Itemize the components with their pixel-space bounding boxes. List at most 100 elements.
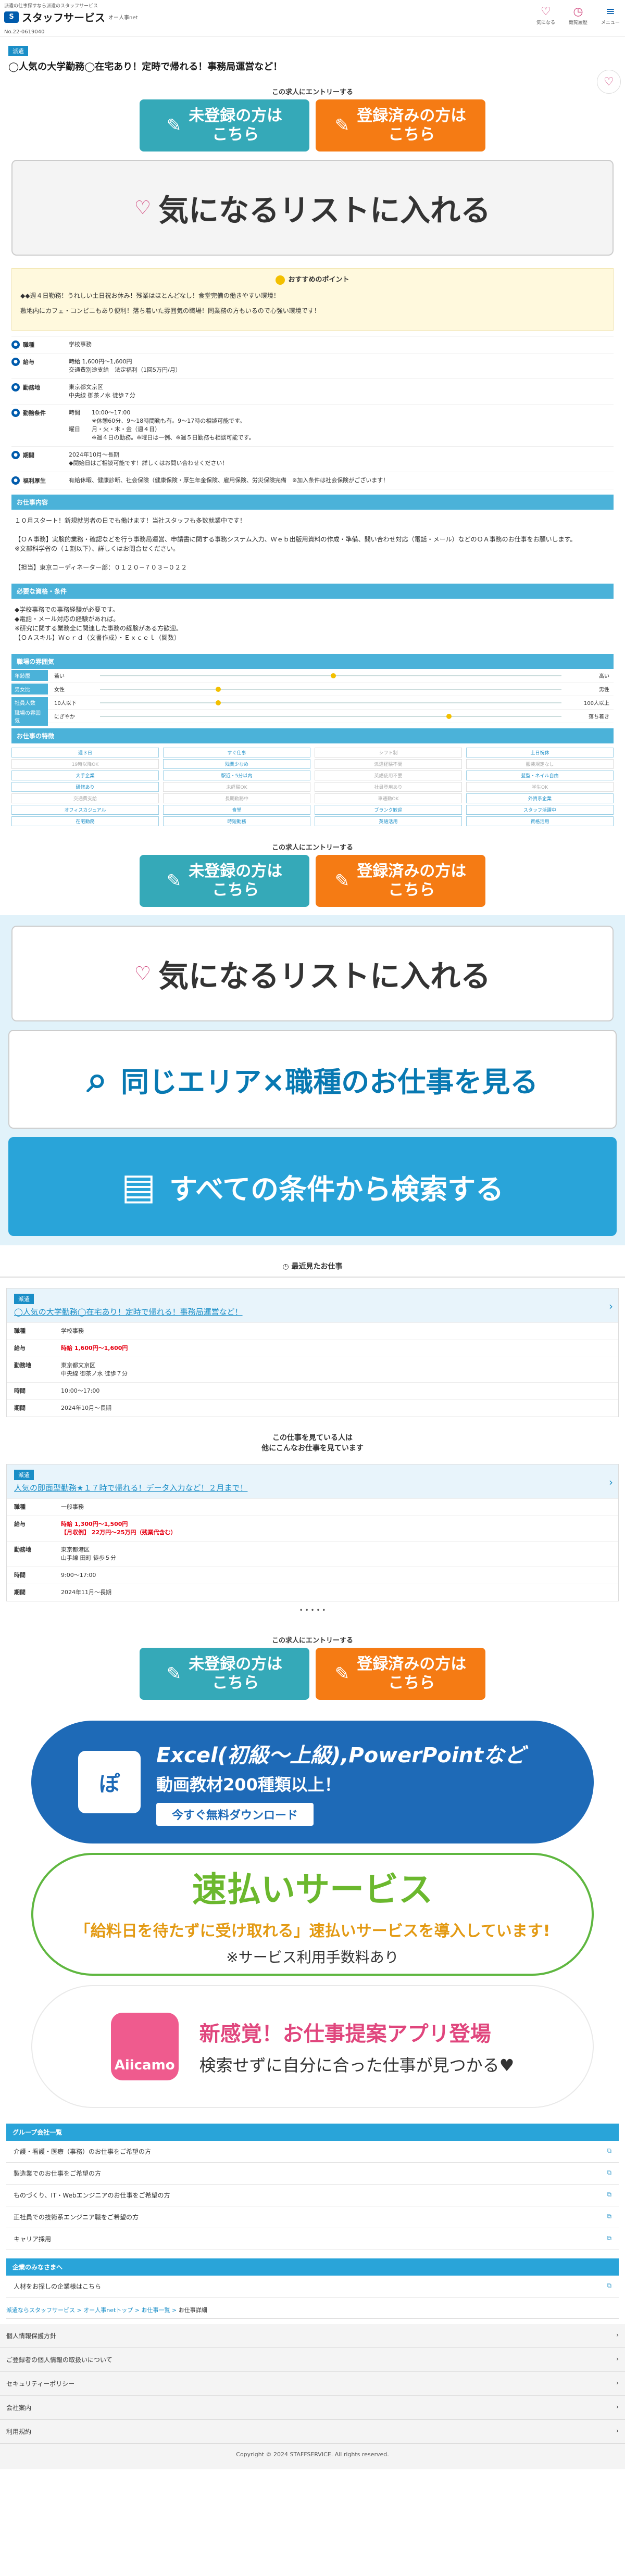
external-link-icon: ⧉ <box>607 2213 611 2220</box>
group-link[interactable]: 介護・看護・医療（事務）のお仕事をご希望の方 ⧉ <box>6 2141 619 2163</box>
company-links-title: 企業のみなさまへ <box>6 2258 619 2276</box>
job-title: ◯人気の大学勤務◯在宅あり！定時で帰れる！事務局運営など！ <box>8 61 283 72</box>
footer-link[interactable]: ご登録者の個人情報の取扱いについて › <box>0 2348 625 2372</box>
chevron-right-icon: › <box>616 2355 619 2363</box>
recent-job-link[interactable]: ◯人気の大学勤務◯在宅あり！定時で帰れる！事務局運営など！ <box>14 1306 611 1317</box>
app-logo-icon: ぽ <box>78 1751 141 1813</box>
recent-job-card[interactable]: 派遣 ◯人気の大学勤務◯在宅あり！定時で帰れる！事務局運営など！ › 職種 学校事務給… <box>6 1288 619 1417</box>
section-title: 職場の雰囲気 <box>11 654 614 669</box>
card-value: 時給 1,600円〜1,600円 <box>61 1345 128 1352</box>
card-value: 9:00〜17:00 <box>61 1572 96 1579</box>
card-key: 職種 <box>14 1504 26 1510</box>
carousel-pager[interactable]: • • • • • <box>0 1607 625 1614</box>
app-banner[interactable]: Aiicamo 新感覚！お仕事提案アプリ登場 検索せずに自分に合った仕事が見つかる… <box>31 1985 594 2108</box>
pencil-icon: ✎ <box>334 115 350 136</box>
company-link[interactable]: 人材をお探しの企業様はこちら ⧉ <box>6 2276 619 2297</box>
group-link[interactable]: 正社員での技術系エンジニア職をご希望の方 ⧉ <box>6 2206 619 2228</box>
entry-new-button[interactable]: ✎ 未登録の方は こちら <box>140 99 309 151</box>
history-button[interactable]: ◷ 閲覧履歴 <box>568 5 589 26</box>
copyright: Copyright © 2024 STAFFSERVICE. All right… <box>0 2444 625 2469</box>
card-value: 東京都港区 山手線 田町 徒歩５分 <box>61 1546 116 1561</box>
pencil-icon: ✎ <box>166 1663 182 1684</box>
group-link[interactable]: 製造業でのお仕事をご希望の方 ⧉ <box>6 2163 619 2184</box>
external-link-icon: ⧉ <box>607 2147 611 2154</box>
feature-chip: 服装規定なし <box>466 759 614 769</box>
recent-jobs-heading: ◷ 最近見たお仕事 <box>0 1256 625 1278</box>
entry-registered-button[interactable]: ✎ 登録済みの方は こちら <box>316 1648 485 1700</box>
external-link-icon: ⧉ <box>607 2234 611 2242</box>
info-key: ● 給与 <box>11 358 69 374</box>
scale-marker <box>215 700 221 705</box>
card-value: 一般事務 <box>61 1504 84 1510</box>
requirements-text: ◆学校事務での事務経験が必要です。 ◆電話・メール対応の経験があれば。 ※研究に… <box>15 606 183 641</box>
group-link-label: 介護・看護・医療（事務）のお仕事をご希望の方 <box>14 2148 152 2155</box>
scale-row: 年齢層 若い 高い <box>11 669 614 683</box>
external-link-icon: ⧉ <box>607 2169 611 2176</box>
favorites-button[interactable]: ♡ 気になる <box>535 5 556 26</box>
footer-link-label: ご登録者の個人情報の取扱いについて <box>6 2356 113 2364</box>
feature-chip: 英語使用不要 <box>315 771 462 780</box>
card-row: 勤務地 東京都文京区 中央線 御茶ノ水 徒歩７分 <box>7 1357 618 1382</box>
entry-label: この求人にエントリーする <box>271 1637 353 1645</box>
group-link[interactable]: ものづくり、IT・Webエンジニアのお仕事をご希望の方 ⧉ <box>6 2184 619 2206</box>
entry-new-button[interactable]: ✎ 未登録の方は こちら <box>140 855 309 907</box>
info-row: ● 福利厚生 有給休暇、健康診断、社会保険（健康保険・厚生年金保険、雇用保険、労災保… <box>11 472 614 489</box>
info-bullet-icon: ● <box>11 476 20 485</box>
quick-pay-banner[interactable]: 速払いサービス 「給料日を待たずに受け取れる」速払いサービスを導入しています! … <box>31 1853 594 1976</box>
job-type-badge: 派遣 <box>14 1294 34 1304</box>
footer-link[interactable]: 会社案内 › <box>0 2396 625 2420</box>
clock-icon: ◷ <box>282 1262 292 1271</box>
info-value: 学校事務 <box>69 341 92 348</box>
other-job-card[interactable]: 派遣 人気の即面型勤務★１７時で帰れる！データ入力など！２月まで！ › 職種 一般事務… <box>6 1464 619 1601</box>
feature-chip: 資格活用 <box>466 816 614 826</box>
add-to-favorites-button[interactable]: ♡ 気になるリストに入れる <box>11 926 614 1021</box>
download-button[interactable]: 今すぐ無料ダウンロード <box>156 1803 314 1826</box>
card-key: 期間 <box>14 1405 26 1411</box>
all-conditions-search-button[interactable]: ▤ すべての条件から検索する <box>8 1137 617 1236</box>
same-area-search-button[interactable]: ⌕ 同じエリア×職種のお仕事を見る <box>8 1030 617 1129</box>
feature-chip: 長期勤務中 <box>163 793 310 803</box>
feature-chip: 土日祝休 <box>466 748 614 757</box>
card-key: 期間 <box>14 1589 26 1596</box>
site-logo[interactable]: S スタッフサービス オー人事net <box>4 9 138 24</box>
feature-chip: 残業少なめ <box>163 759 310 769</box>
group-links: グループ会社一覧 介護・看護・医療（事務）のお仕事をご希望の方 ⧉ 製造業でのお仕事… <box>6 2124 619 2250</box>
breadcrumb-link[interactable]: お仕事一覧 <box>142 2307 170 2314</box>
heart-icon: ♡ <box>134 963 152 984</box>
menu-button[interactable]: ≡ メニュー <box>600 5 621 26</box>
feature-chip: 派遣経験不問 <box>315 759 462 769</box>
info-bullet-icon: ● <box>11 340 20 349</box>
feature-chip: 研修あり <box>11 782 159 792</box>
points-line: 敷地内にカフェ・コンビニもあり便利！落ち着いた雰囲気の職場！同業務の方もいるので… <box>20 307 320 314</box>
scale-marker <box>331 673 336 678</box>
learning-banner[interactable]: ぽ Excel(初級〜上級),PowerPointなど 動画教材200種類以上！今… <box>31 1721 594 1843</box>
entry-registered-button[interactable]: ✎ 登録済みの方は こちら <box>316 855 485 907</box>
other-job-link[interactable]: 人気の即面型勤務★１７時で帰れる！データ入力など！２月まで！ <box>14 1482 611 1493</box>
breadcrumb-link[interactable]: オー人事netトップ <box>83 2307 133 2314</box>
footer-link-label: セキュリティーポリシー <box>6 2380 75 2388</box>
external-link-icon: ⧉ <box>607 2282 611 2289</box>
add-to-favorites-button[interactable]: ♡ 気になるリストに入れる <box>11 160 614 256</box>
logo-mark-icon: S <box>4 11 19 23</box>
card-value: 2024年11月〜長期 <box>61 1589 111 1596</box>
location-search-icon: ⌕ <box>86 1057 107 1101</box>
feature-chip: 19時以降OK <box>11 759 159 769</box>
footer-link[interactable]: 個人情報保護方針 › <box>0 2324 625 2348</box>
breadcrumb-link[interactable]: 派遣ならスタッフサービス <box>6 2307 75 2314</box>
card-row: 職種 一般事務 <box>7 1498 618 1516</box>
job-title-block: 派遣 ◯人気の大学勤務◯在宅あり！定時で帰れる！事務局運営など！ <box>0 36 625 77</box>
entry-buttons: ✎ 未登録の方は こちら ✎ 登録済みの方は こちら <box>0 99 625 151</box>
footer-link-label: 個人情報保護方針 <box>6 2332 57 2340</box>
footer-link[interactable]: セキュリティーポリシー › <box>0 2372 625 2396</box>
group-link[interactable]: キャリア採用 ⧉ <box>6 2228 619 2250</box>
card-key: 時間 <box>14 1387 26 1394</box>
feature-chip: 大手企業 <box>11 771 159 780</box>
floating-favorite-button[interactable]: ♡ <box>597 70 621 94</box>
footer-link[interactable]: 利用規約 › <box>0 2420 625 2444</box>
scale-track <box>100 673 561 678</box>
feature-chip: 車通勤OK <box>315 793 462 803</box>
entry-new-button[interactable]: ✎ 未登録の方は こちら <box>140 1648 309 1700</box>
entry-registered-button[interactable]: ✎ 登録済みの方は こちら <box>316 99 485 151</box>
feature-chip: 駅近・5分以内 <box>163 771 310 780</box>
card-value: 10:00〜17:00 <box>61 1387 100 1394</box>
